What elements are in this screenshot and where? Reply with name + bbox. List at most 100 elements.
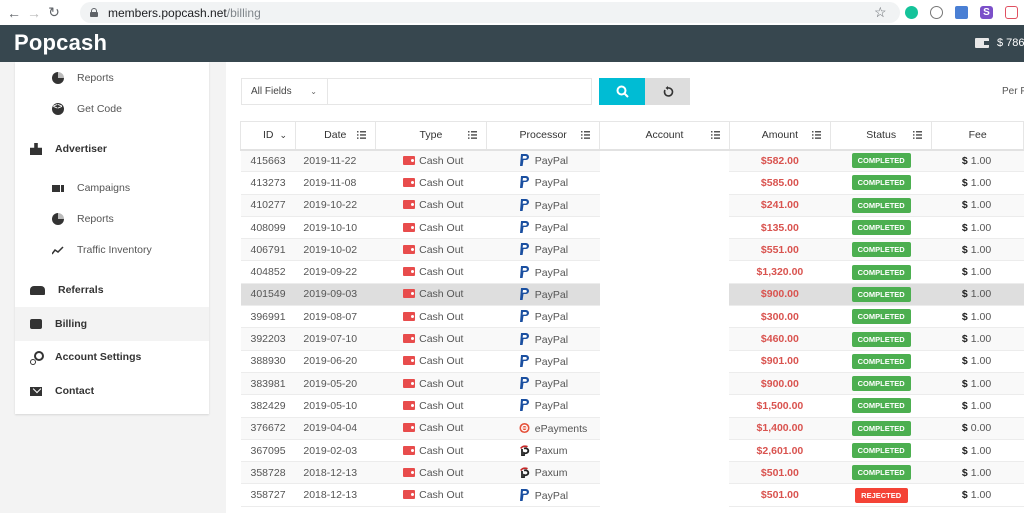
column-header-type[interactable]: Type (374, 121, 488, 151)
cell-date: 2019-04-04 (295, 417, 376, 440)
table-row[interactable]: 396991 2019-08-07 Cash Out PayPal $300.00 COM… (240, 305, 1024, 329)
sidebar-item-billing[interactable]: Billing (15, 307, 209, 341)
cell-type: Cash Out (375, 350, 487, 373)
status-badge: COMPLETED (851, 420, 911, 436)
table-row[interactable]: 401549 2019-09-03 Cash Out PayPal $900.00 COM… (240, 283, 1024, 307)
reset-button[interactable] (645, 78, 690, 105)
sidebar-item-account-settings[interactable]: Account Settings (15, 341, 209, 373)
column-header-fee[interactable]: Fee (931, 121, 1024, 151)
cell-type: Cash Out (375, 260, 487, 284)
sidebar-item-label: Advertiser (55, 143, 107, 155)
cell-processor: PayPal (486, 305, 600, 329)
balance-amount: $ 786. (997, 37, 1024, 49)
forward-icon[interactable]: → (24, 5, 44, 21)
sidebar-item-campaigns[interactable]: Campaigns (15, 172, 209, 204)
sidebar-item-publisher-reports[interactable]: Reports (15, 62, 209, 94)
table-row[interactable]: 406791 2019-10-02 Cash Out PayPal $551.00 COM… (240, 238, 1024, 262)
list-filter-icon[interactable] (581, 131, 591, 139)
account-balance[interactable]: $ 786. (975, 37, 1024, 49)
search-button[interactable] (599, 78, 645, 105)
cell-processor: PayPal (486, 149, 600, 173)
back-icon[interactable]: ← (4, 5, 24, 21)
sidebar-item-contact[interactable]: Contact (15, 375, 209, 407)
extension-icon[interactable] (930, 6, 943, 19)
status-badge: COMPLETED (851, 264, 911, 280)
sidebar-item-get-code[interactable]: Get Code (15, 93, 209, 125)
list-filter-icon[interactable] (812, 131, 821, 139)
paypal-icon (519, 221, 529, 234)
table-row[interactable]: 358727 2018-12-13 Cash Out PayPal $501.00 REJ… (240, 483, 1024, 507)
sidebar-item-advertiser[interactable]: Advertiser (15, 133, 209, 165)
cell-processor: PayPal (486, 394, 600, 418)
cell-account (599, 439, 730, 463)
sidebar-item-traffic-inventory[interactable]: Traffic Inventory (15, 234, 209, 266)
cash-out-icon (403, 400, 416, 410)
sidebar-item-referrals[interactable]: Referrals (15, 274, 209, 306)
fee-currency: $ (961, 310, 968, 323)
column-header-amount[interactable]: Amount (728, 121, 832, 151)
list-filter-icon[interactable] (710, 131, 720, 139)
table-row[interactable]: 358728 2018-12-13 Cash Out Paxum $501.00 COMP… (240, 461, 1024, 485)
paypal-icon (519, 354, 529, 367)
table-row[interactable]: 415663 2019-11-22 Cash Out PayPal $582.00 COM… (240, 149, 1024, 173)
list-filter-icon[interactable] (913, 131, 923, 139)
column-header-date[interactable]: Date (294, 121, 376, 151)
cell-account (599, 171, 730, 195)
sidebar-item-advertiser-reports[interactable]: Reports (15, 203, 209, 235)
list-filter-icon[interactable] (468, 131, 478, 139)
logo[interactable]: Popcash (14, 30, 107, 56)
cell-status: COMPLETED (830, 194, 932, 217)
advertiser-icon (30, 143, 42, 155)
table-row[interactable]: 376672 2019-04-04 Cash Out ePayments $1,400.… (240, 417, 1024, 440)
table-row[interactable]: 413273 2019-11-08 Cash Out PayPal $585.00 COM… (240, 171, 1024, 195)
cell-date: 2019-10-02 (295, 238, 376, 262)
paypal-icon (519, 287, 529, 300)
cell-processor: PayPal (486, 283, 600, 307)
column-header-status[interactable]: Status (829, 121, 933, 151)
cell-amount: $2,601.00 (729, 439, 831, 463)
cash-out-icon (403, 155, 416, 165)
table-row[interactable]: 382429 2019-05-10 Cash Out PayPal $1,500.00 C… (240, 394, 1024, 418)
pie-chart-icon (52, 72, 64, 84)
address-bar[interactable]: members.popcash.net/billing (80, 2, 900, 23)
cell-status: COMPLETED (830, 350, 932, 373)
status-badge: COMPLETED (851, 220, 911, 236)
column-header-id[interactable]: ID ⌄ (240, 121, 296, 151)
fee-currency: $ (961, 489, 968, 502)
cell-date: 2019-06-20 (295, 350, 376, 373)
table-row[interactable]: 383981 2019-05-20 Cash Out PayPal $900.00 COM… (240, 372, 1024, 396)
list-filter-icon[interactable] (356, 131, 366, 139)
paxum-icon (519, 467, 529, 479)
cell-processor: PayPal (486, 372, 600, 396)
column-header-account[interactable]: Account (599, 121, 730, 151)
cell-amount: $551.00 (729, 238, 831, 262)
field-select[interactable]: All Fields ⌄ (241, 78, 328, 105)
column-header-processor[interactable]: Processor (486, 121, 601, 151)
cell-processor: PayPal (486, 327, 600, 351)
cash-out-icon (403, 311, 416, 321)
table-body: 415663 2019-11-22 Cash Out PayPal $582.00 COM… (240, 149, 1024, 507)
cell-id: 396991 (240, 305, 296, 329)
extension-blue-icon[interactable] (955, 6, 968, 19)
table-row[interactable]: 392203 2019-07-10 Cash Out PayPal $460.00 COM… (240, 327, 1024, 351)
fee-currency: $ (961, 355, 968, 368)
pocket-icon[interactable] (1005, 6, 1018, 19)
search-input[interactable] (328, 78, 592, 105)
cash-out-icon (403, 222, 416, 232)
cell-amount: $900.00 (729, 372, 831, 396)
table-row[interactable]: 404852 2019-09-22 Cash Out PayPal $1,320.00 C… (240, 260, 1024, 284)
reload-icon[interactable]: ↻ (44, 4, 64, 21)
grammarly-icon[interactable] (905, 6, 918, 19)
sidebar-item-label: Traffic Inventory (77, 244, 152, 256)
table-row[interactable]: 367095 2019-02-03 Cash Out Paxum $2,601.00 CO… (240, 439, 1024, 463)
cell-id: 392203 (240, 327, 296, 351)
table-row[interactable]: 408099 2019-10-10 Cash Out PayPal $135.00 COM… (240, 216, 1024, 240)
cell-processor: PayPal (486, 350, 600, 373)
s-extension-icon[interactable]: S (980, 6, 993, 19)
bookmark-star-icon[interactable]: ☆ (874, 4, 887, 21)
table-row[interactable]: 410277 2019-10-22 Cash Out PayPal $241.00 COM… (240, 194, 1024, 217)
table-row[interactable]: 388930 2019-06-20 Cash Out PayPal $901.00 COM… (240, 350, 1024, 373)
cell-date: 2018-12-13 (295, 483, 376, 507)
status-badge: COMPLETED (851, 153, 911, 169)
cell-amount: $501.00 (729, 461, 831, 485)
